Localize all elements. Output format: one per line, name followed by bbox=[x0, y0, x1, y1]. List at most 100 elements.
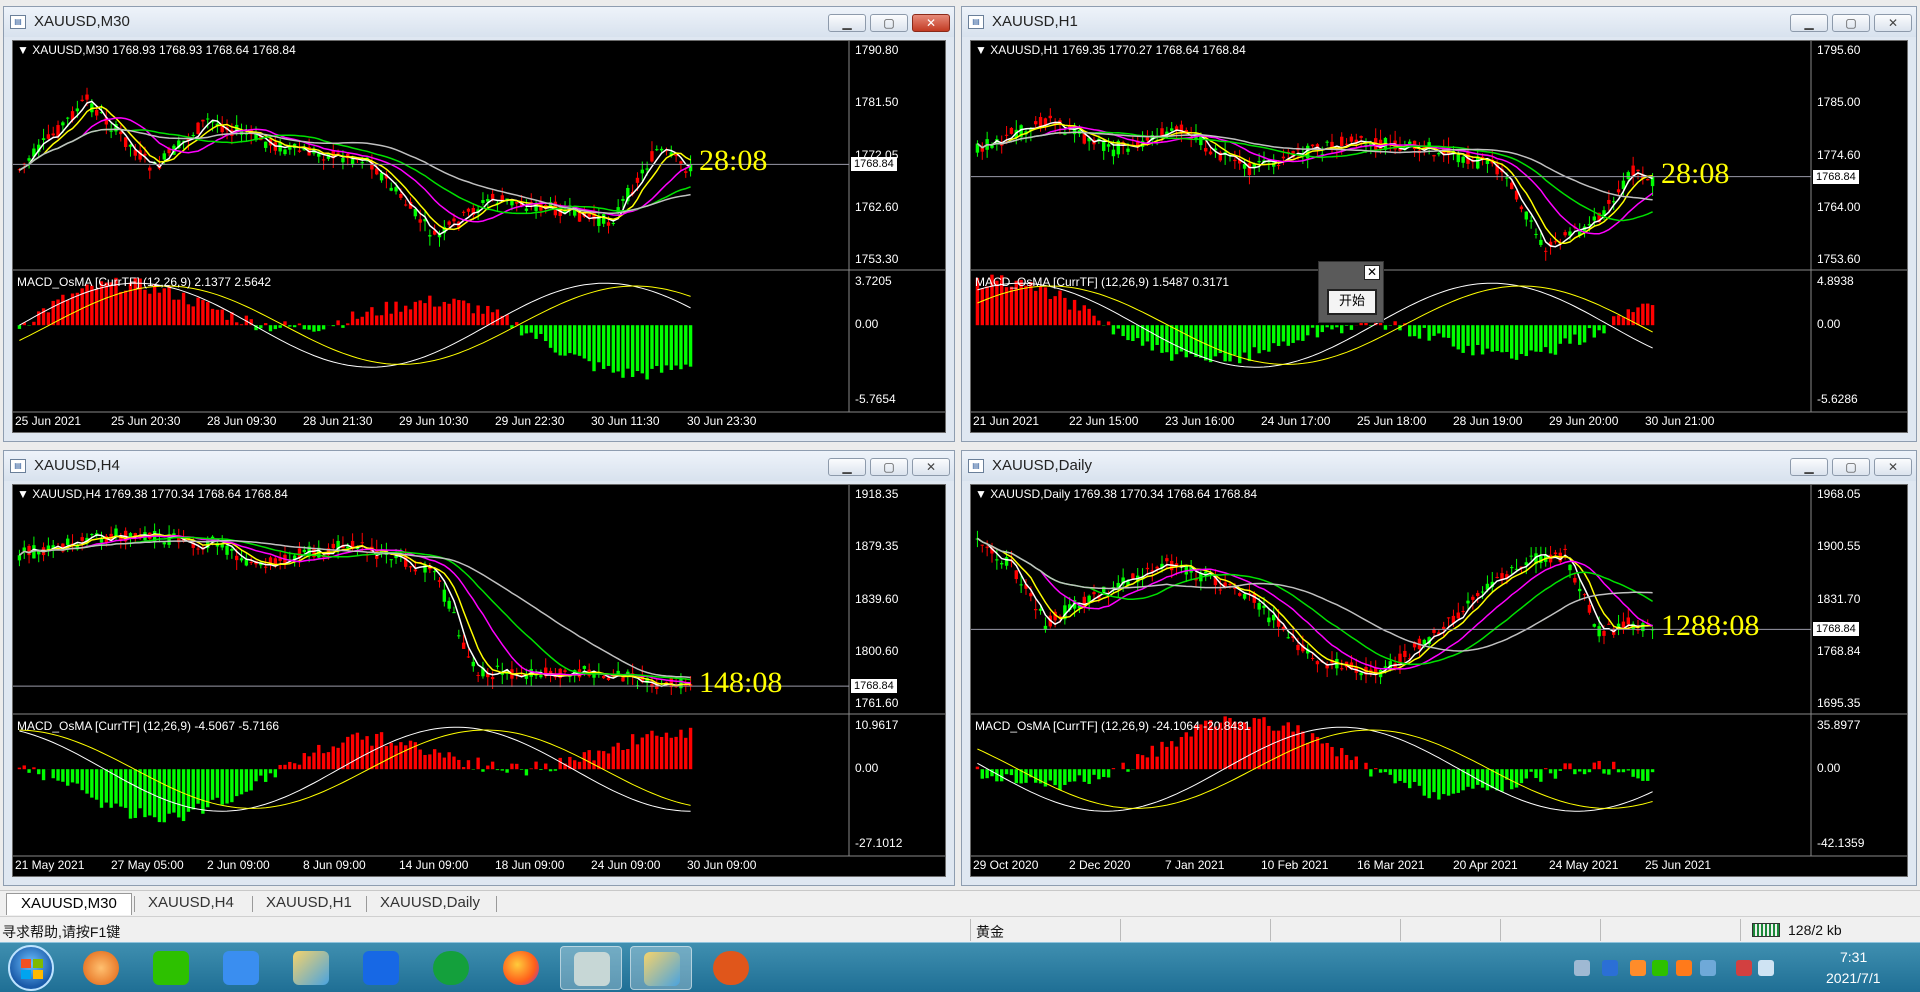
tab-xauusd-h4[interactable]: XAUUSD,H4 bbox=[134, 893, 248, 915]
candle-body bbox=[1621, 621, 1626, 628]
maximize-button[interactable]: ▢ bbox=[870, 458, 908, 476]
macd-bar bbox=[1145, 325, 1150, 342]
candle-body bbox=[235, 555, 239, 561]
macd-bar bbox=[1291, 325, 1295, 343]
macd-bar bbox=[384, 746, 389, 770]
macd-bar bbox=[452, 298, 456, 326]
macd-bar bbox=[32, 767, 36, 770]
network-tray-icon[interactable] bbox=[1700, 960, 1716, 976]
taskbar-app-browser-orange[interactable] bbox=[70, 946, 132, 990]
macd-bar bbox=[1471, 769, 1475, 789]
candle-body bbox=[1646, 178, 1650, 181]
macd-bar bbox=[273, 769, 278, 778]
macd-bar bbox=[553, 769, 558, 771]
macd-bar bbox=[1524, 325, 1528, 357]
macd-bar bbox=[655, 735, 659, 770]
macd-bar bbox=[288, 325, 292, 327]
orange-tray-icon[interactable] bbox=[1676, 960, 1692, 976]
taskbar-app-wechat[interactable] bbox=[140, 946, 202, 990]
candle-body bbox=[1544, 250, 1548, 252]
chart-window-m30[interactable]: ▤ XAUUSD,M30 ▁ ▢ ✕ ▼ XAUUSD,M30 1768.93 … bbox=[3, 6, 955, 442]
macd-bar bbox=[486, 765, 490, 770]
usb-tray-icon[interactable] bbox=[1574, 960, 1590, 976]
macd-bar bbox=[688, 325, 693, 367]
macd-bar bbox=[1602, 769, 1606, 774]
taskbar-app-ninja[interactable] bbox=[700, 946, 762, 990]
macd-bar bbox=[1272, 730, 1276, 770]
title-bar[interactable]: ▤ XAUUSD,M30 ▁ ▢ ✕ bbox=[4, 7, 954, 37]
candle-body bbox=[1548, 554, 1553, 563]
chart-canvas[interactable]: ▼ XAUUSD,Daily 1769.38 1770.34 1768.64 1… bbox=[970, 484, 1908, 877]
macd-bar bbox=[1529, 769, 1533, 772]
taskbar-app-tiger[interactable] bbox=[560, 946, 622, 990]
macd-bar bbox=[1340, 325, 1344, 334]
chart-canvas[interactable]: ▼ XAUUSD,H4 1769.38 1770.34 1768.64 1768… bbox=[12, 484, 946, 877]
macd-bar bbox=[85, 769, 89, 794]
chart-window-daily[interactable]: ▤ XAUUSD,Daily ▁ ▢ ✕ ▼ XAUUSD,Daily 1769… bbox=[961, 450, 1917, 886]
candle-body bbox=[249, 562, 253, 564]
macd-bar bbox=[292, 325, 297, 328]
wifi-tray-icon[interactable] bbox=[1758, 960, 1774, 976]
macd-bar bbox=[133, 769, 137, 818]
chart-window-h4[interactable]: ▤ XAUUSD,H4 ▁ ▢ ✕ ▼ XAUUSD,H4 1769.38 17… bbox=[3, 450, 955, 886]
macd-bar bbox=[1456, 769, 1460, 793]
candle-body bbox=[244, 559, 249, 566]
macd-bar bbox=[75, 769, 80, 784]
minimize-button[interactable]: ▁ bbox=[1790, 458, 1828, 476]
start-menu-button[interactable] bbox=[8, 945, 54, 991]
taskbar-app-lark[interactable] bbox=[350, 946, 412, 990]
macd-bar bbox=[1310, 733, 1315, 770]
close-button[interactable]: ✕ bbox=[1874, 14, 1912, 32]
tab-xauusd-daily[interactable]: XAUUSD,Daily bbox=[366, 893, 494, 915]
macd-bar bbox=[1116, 325, 1120, 329]
candle-body bbox=[1553, 241, 1558, 243]
title-bar[interactable]: ▤ XAUUSD,Daily ▁ ▢ ✕ bbox=[962, 451, 1916, 481]
minimize-button[interactable]: ▁ bbox=[828, 458, 866, 476]
time-tick-label: 16 Mar 2021 bbox=[1357, 858, 1425, 872]
maximize-button[interactable]: ▢ bbox=[1832, 458, 1870, 476]
wechat-tray-icon[interactable] bbox=[1652, 960, 1668, 976]
minimize-button[interactable]: ▁ bbox=[828, 14, 866, 32]
close-button[interactable]: ✕ bbox=[912, 458, 950, 476]
maximize-button[interactable]: ▢ bbox=[870, 14, 908, 32]
macd-bar bbox=[490, 761, 495, 770]
candle-body bbox=[1602, 630, 1606, 636]
taskbar-app-green[interactable] bbox=[420, 946, 482, 990]
macd-bar bbox=[46, 312, 51, 326]
macd-bar bbox=[447, 752, 451, 770]
price-tick-label: 1839.60 bbox=[855, 591, 899, 606]
browser-tray-icon[interactable] bbox=[1630, 960, 1646, 976]
macd-bar bbox=[1563, 325, 1567, 339]
candle-body bbox=[1446, 617, 1451, 619]
tab-xauusd-m30[interactable]: XAUUSD,M30 bbox=[6, 893, 132, 915]
macd-bar bbox=[263, 323, 268, 326]
maximize-button[interactable]: ▢ bbox=[1832, 14, 1870, 32]
price-tick-label: 1968.05 bbox=[1817, 487, 1861, 501]
start-button[interactable]: 开始 bbox=[1327, 289, 1377, 315]
minimize-button[interactable]: ▁ bbox=[1790, 14, 1828, 32]
volume-muted-tray-icon[interactable] bbox=[1736, 960, 1752, 976]
taskbar-app-firefox[interactable] bbox=[490, 946, 552, 990]
dialog-close-button[interactable]: ✕ bbox=[1364, 265, 1380, 280]
macd-bar bbox=[466, 760, 471, 770]
clock-time[interactable]: 7:31 bbox=[1840, 949, 1867, 965]
taskbar-app-mt4-b[interactable] bbox=[630, 946, 692, 990]
macd-bar bbox=[1650, 305, 1655, 326]
macd-bar bbox=[41, 769, 46, 781]
chart-window-h1[interactable]: ▤ XAUUSD,H1 ▁ ▢ ✕ ▼ XAUUSD,H1 1769.35 17… bbox=[961, 6, 1917, 442]
clock-date[interactable]: 2021/7/1 bbox=[1826, 970, 1881, 986]
tab-xauusd-h1[interactable]: XAUUSD,H1 bbox=[252, 893, 366, 915]
time-tick-label: 25 Jun 20:30 bbox=[111, 414, 181, 428]
macd-tick-label: 0.00 bbox=[855, 317, 879, 332]
close-button[interactable]: ✕ bbox=[912, 14, 950, 32]
macd-bar bbox=[621, 750, 625, 770]
close-button[interactable]: ✕ bbox=[1874, 458, 1912, 476]
taskbar-app-notes[interactable] bbox=[210, 946, 272, 990]
title-bar[interactable]: ▤ XAUUSD,H4 ▁ ▢ ✕ bbox=[4, 451, 954, 481]
chart-canvas[interactable]: ▼ XAUUSD,M30 1768.93 1768.93 1768.64 176… bbox=[12, 40, 946, 433]
title-bar[interactable]: ▤ XAUUSD,H1 ▁ ▢ ✕ bbox=[962, 7, 1916, 37]
candle-body bbox=[350, 159, 355, 165]
shield-tray-icon[interactable] bbox=[1602, 960, 1618, 976]
taskbar-app-mt4-a[interactable] bbox=[280, 946, 342, 990]
chart-canvas[interactable]: ▼ XAUUSD,H1 1769.35 1770.27 1768.64 1768… bbox=[970, 40, 1908, 433]
